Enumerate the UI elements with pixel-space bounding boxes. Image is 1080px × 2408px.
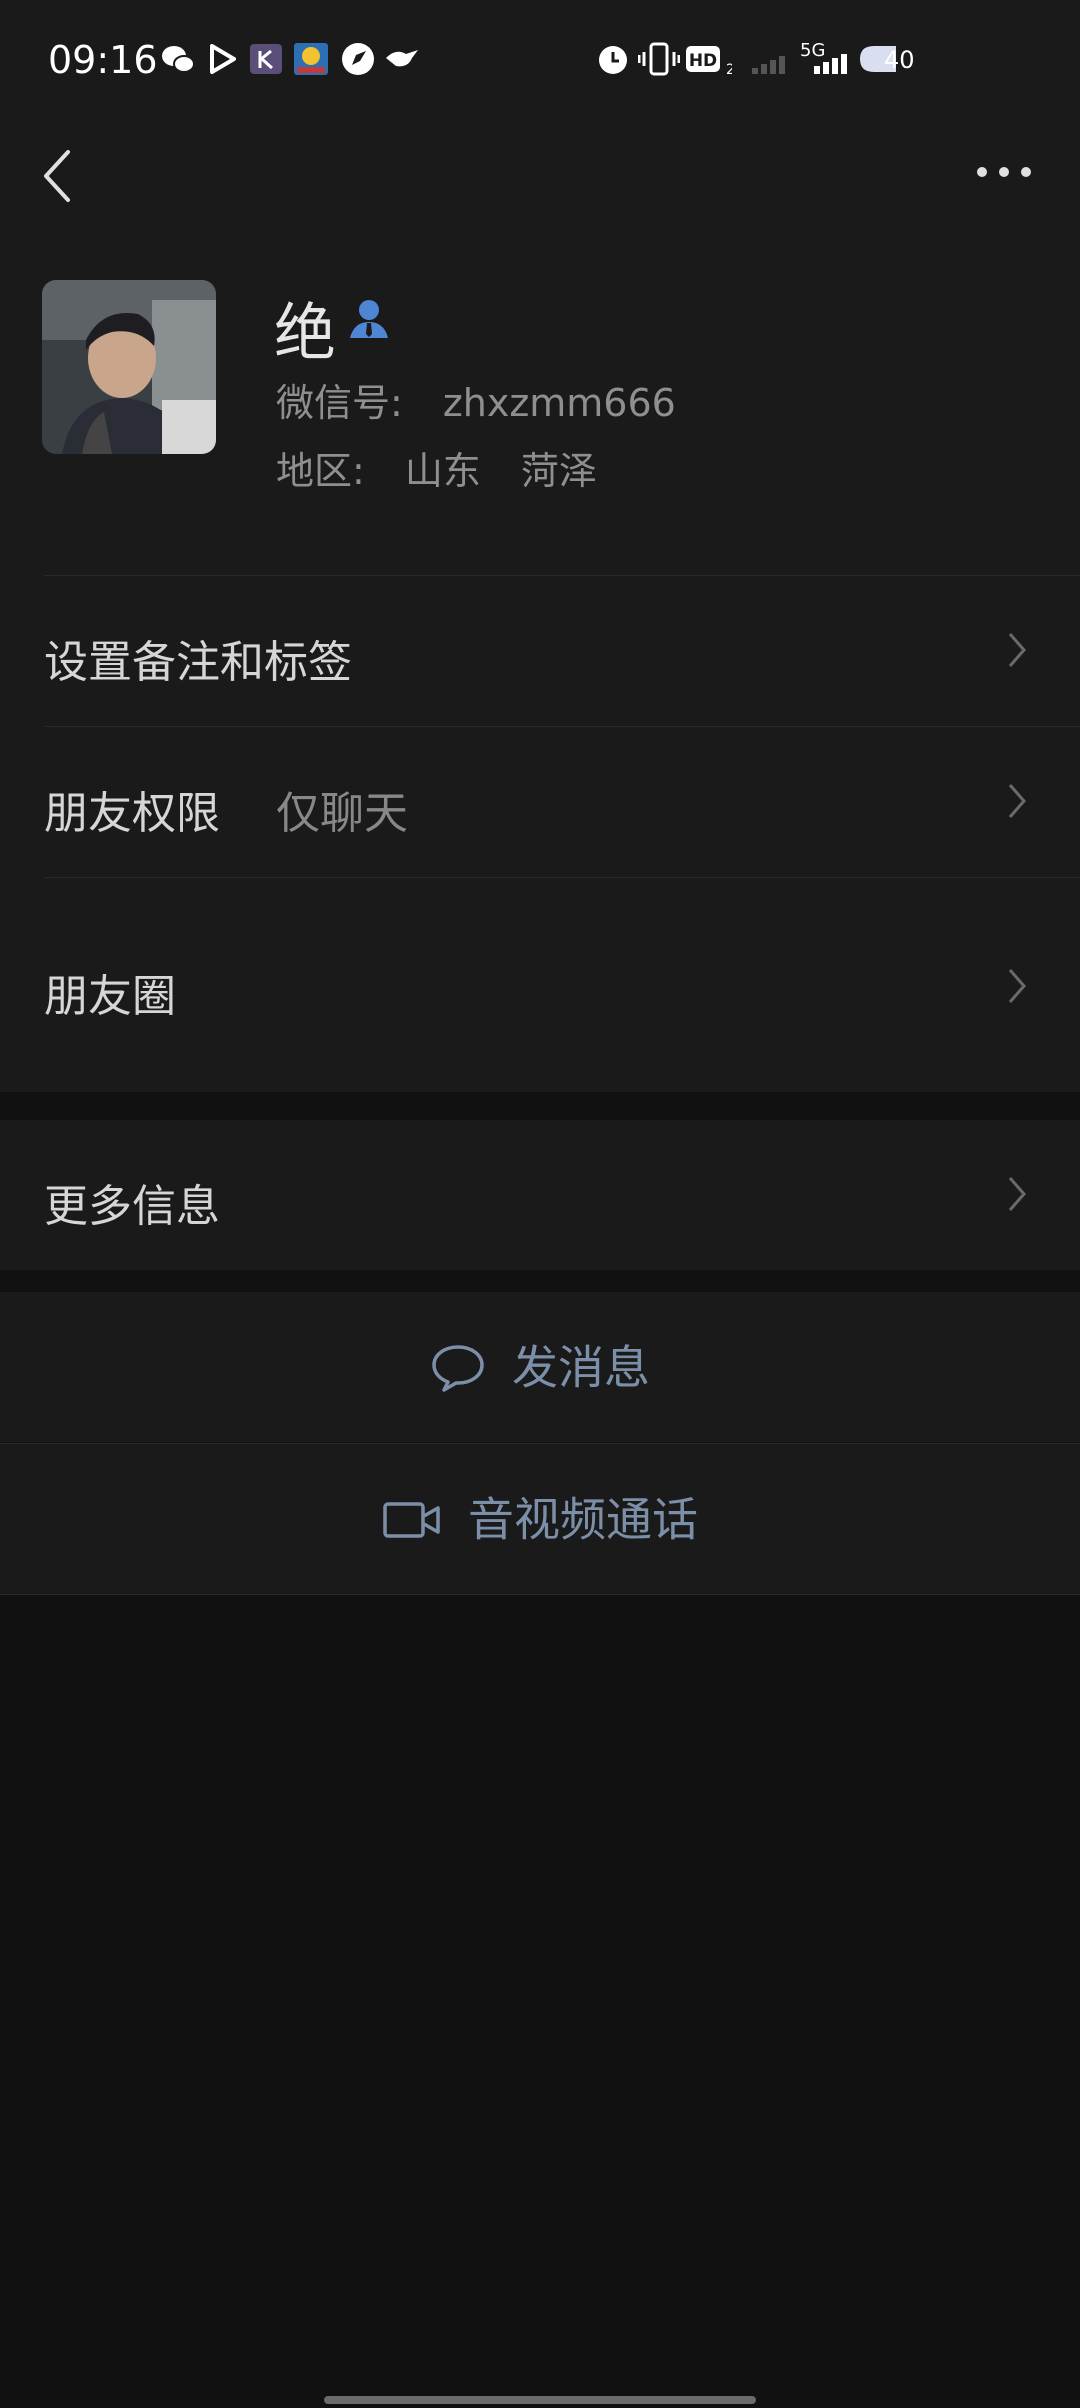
bird-icon: [386, 50, 418, 67]
status-bar: 09:16 HD 2 5G 40: [0, 0, 1080, 120]
more-button[interactable]: [976, 160, 1032, 184]
region-line: 地区: 山东 菏泽: [276, 440, 597, 495]
svg-text:2: 2: [726, 62, 732, 78]
region-city: 菏泽: [520, 449, 597, 493]
signal-icon: [814, 54, 847, 74]
k-app-icon: [250, 44, 282, 74]
vibrate-icon: [638, 42, 680, 76]
section-gap: [0, 1270, 1080, 1292]
contact-name: 绝: [274, 296, 337, 369]
row-label: 更多信息: [44, 1181, 220, 1232]
row-value: 仅聊天: [276, 788, 408, 839]
chevron-right-icon: [1008, 784, 1026, 818]
back-button[interactable]: [34, 146, 78, 206]
svg-text:HD: HD: [689, 51, 717, 71]
wechat-id-label: 微信号:: [276, 381, 403, 425]
friend-permissions-row[interactable]: 朋友权限 仅聊天: [0, 727, 1080, 877]
hd-icon: HD 2: [686, 46, 732, 78]
battery-level: 40: [884, 46, 915, 74]
row-label: 朋友权限: [44, 788, 220, 839]
home-indicator[interactable]: [324, 2396, 756, 2404]
avatar[interactable]: [42, 280, 216, 454]
more-info-row[interactable]: 更多信息: [0, 1120, 1080, 1270]
wechat-id-line: 微信号: zhxzmm666: [276, 372, 676, 427]
chat-bubble-icon: [432, 1344, 484, 1392]
send-message-button[interactable]: 发消息: [0, 1292, 1080, 1442]
region-label: 地区:: [276, 449, 365, 493]
compass-icon: [342, 43, 374, 75]
chevron-right-icon: [1008, 969, 1026, 1003]
alarm-icon: [599, 46, 627, 74]
moments-row[interactable]: 朋友圈: [0, 878, 1080, 1096]
person-icon: [350, 300, 388, 338]
row-label: 朋友圈: [44, 971, 176, 1022]
play-icon: [210, 44, 236, 74]
chevron-right-icon: [1008, 633, 1026, 667]
divider: [0, 1594, 1080, 1595]
status-time: 09:16: [48, 38, 158, 82]
av-call-label: 音视频通话: [468, 1492, 698, 1547]
video-camera-icon: [383, 1501, 440, 1538]
set-remark-tags-row[interactable]: 设置备注和标签: [0, 576, 1080, 726]
game-app-icon: [294, 43, 328, 75]
avatar-image: [42, 280, 216, 454]
wechat-icon: [162, 46, 195, 73]
send-message-label: 发消息: [512, 1340, 650, 1395]
signal-icon: [752, 56, 785, 74]
wechat-id-value: zhxzmm666: [442, 381, 676, 425]
section-gap: [0, 1096, 1080, 1120]
chevron-right-icon: [1008, 1177, 1026, 1211]
av-call-button[interactable]: 音视频通话: [0, 1444, 1080, 1594]
region-province: 山东: [404, 449, 481, 493]
row-label: 设置备注和标签: [44, 637, 352, 688]
